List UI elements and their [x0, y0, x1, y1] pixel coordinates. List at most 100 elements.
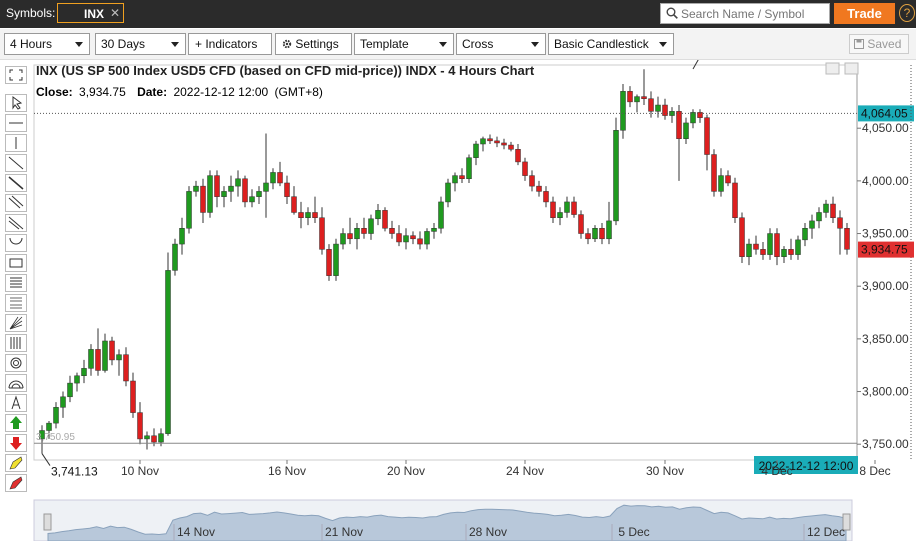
symbols-label: Symbols:: [6, 6, 56, 20]
candle-body: [823, 203, 829, 213]
candle-body: [312, 212, 318, 218]
candle-body: [326, 249, 332, 276]
range-select[interactable]: 30 Days: [95, 33, 186, 55]
chevron-down-icon: [171, 42, 179, 47]
candle-body: [606, 220, 612, 240]
candle-body: [431, 228, 437, 232]
candle-body: [382, 210, 388, 229]
candle-body: [508, 144, 514, 150]
candle-body: [550, 201, 556, 218]
candle-body: [718, 175, 724, 192]
ohlc-readout: Close: 3,934.75 Date: 2022-12-12 12:00 (…: [36, 85, 323, 99]
template-select-value: Template: [360, 37, 409, 51]
indicators-button[interactable]: + Indicators: [188, 33, 272, 55]
y-tick-label: 3,900.00: [862, 279, 909, 293]
candle-body: [620, 91, 626, 131]
candle-body: [410, 235, 416, 240]
candle-body: [473, 143, 479, 158]
candle-body: [81, 368, 87, 376]
chevron-down-icon: [659, 42, 667, 47]
candle-body: [578, 214, 584, 234]
candles: [39, 69, 850, 454]
candle-body: [256, 191, 262, 197]
candle-body: [459, 175, 465, 180]
candle-body: [487, 138, 493, 142]
save-icon: [854, 39, 864, 49]
symbol-chip[interactable]: INX ✕: [57, 3, 124, 23]
interval-select[interactable]: 4 Hours: [4, 33, 90, 55]
candle-body: [235, 178, 241, 187]
y-tick-label: 3,950.00: [862, 227, 909, 241]
candle-body: [732, 182, 738, 218]
navigator-label: 28 Nov: [469, 525, 507, 539]
chart-toolbar: 4 Hours 30 Days + Indicators Settings Te…: [0, 29, 916, 60]
x-tick-label: 30 Nov: [646, 464, 684, 478]
saved-button[interactable]: Saved: [849, 34, 909, 54]
candle-body: [529, 175, 535, 187]
candle-body: [683, 122, 689, 139]
candle-body: [123, 354, 129, 382]
close-icon[interactable]: ✕: [110, 6, 120, 20]
range-select-value: 30 Days: [101, 37, 146, 51]
range-navigator[interactable]: 14 Nov 21 Nov 28 Nov 5 Dec 12 Dec: [0, 498, 916, 541]
help-icon[interactable]: ?: [899, 4, 915, 22]
indicators-button-label: + Indicators: [195, 37, 258, 51]
candle-body: [585, 233, 591, 240]
image-icon[interactable]: [825, 62, 840, 75]
x-tick-label: 24 Nov: [506, 464, 544, 478]
trade-button[interactable]: Trade: [834, 3, 895, 24]
y-axis: 3,750.00 3,800.00 3,850.00 3,900.00 3,950.00…: [857, 121, 909, 451]
candle-body: [333, 243, 339, 276]
candle-body: [214, 175, 220, 197]
search-box[interactable]: [660, 3, 830, 24]
high-pointer: [692, 60, 699, 70]
candle-body: [837, 217, 843, 229]
template-select[interactable]: Template: [354, 33, 454, 55]
candle-body: [179, 228, 185, 245]
y-tick-label: 3,750.00: [862, 437, 909, 451]
candle-body: [158, 433, 164, 443]
settings-button-label: Settings: [295, 37, 339, 51]
print-icon[interactable]: [844, 62, 859, 75]
navigator-left-handle[interactable]: [43, 513, 52, 531]
candle-body: [151, 435, 157, 443]
candle-body: [242, 178, 248, 203]
candle-body: [501, 142, 507, 146]
x-tick-label: 4 Dec: [761, 464, 792, 478]
candle-body: [165, 270, 171, 434]
candle-body: [802, 228, 808, 241]
y-tick-label: 4,050.00: [862, 121, 909, 135]
candle-body: [424, 231, 430, 245]
candle-body: [417, 238, 423, 245]
search-input[interactable]: [681, 6, 826, 21]
candle-body: [676, 111, 682, 139]
settings-button[interactable]: Settings: [275, 33, 352, 55]
y-tick-label: 3,850.00: [862, 332, 909, 346]
candle-body: [655, 104, 661, 112]
candle-body: [67, 382, 73, 398]
candle-body: [774, 233, 780, 257]
crosshair-select[interactable]: Cross: [456, 33, 546, 55]
candle-body: [375, 210, 381, 220]
chart-style-select[interactable]: Basic Candlestick: [548, 33, 674, 55]
x-tick-label: 10 Nov: [121, 464, 159, 478]
symbol-chip-label: INX: [84, 7, 105, 21]
last-price-label: 3,934.75: [861, 243, 908, 257]
chevron-down-icon: [75, 42, 83, 47]
candle-body: [767, 233, 773, 255]
candle-body: [830, 203, 836, 218]
candle-body: [634, 96, 640, 103]
candle-body: [760, 249, 766, 255]
candle-body: [641, 96, 647, 99]
price-chart[interactable]: 4,064.05 3,750.95 2022-12-12 12:00 3,934.75…: [0, 60, 916, 498]
candle-body: [172, 243, 178, 271]
grid: [33, 64, 858, 461]
navigator-label: 21 Nov: [325, 525, 363, 539]
candle-body: [599, 228, 605, 240]
candle-body: [613, 130, 619, 222]
candle-body: [340, 233, 346, 245]
plot-frame: [33, 64, 858, 461]
candle-body: [305, 212, 311, 218]
candle-body: [739, 217, 745, 257]
top-bar: Symbols: INX ✕ Trade ?: [0, 0, 916, 28]
